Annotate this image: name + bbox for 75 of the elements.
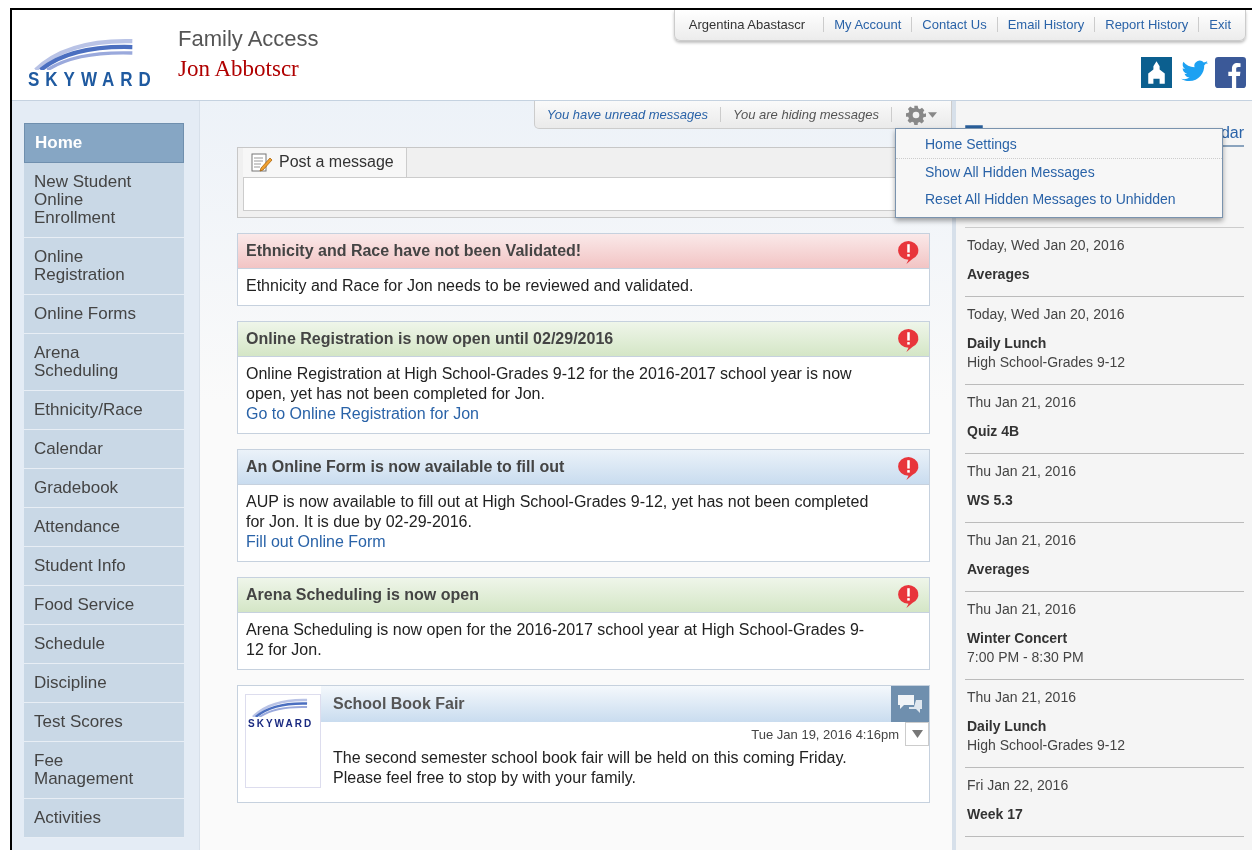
- post-menu-button[interactable]: [905, 722, 929, 746]
- alert-link[interactable]: Go to Online Registration for Jon: [246, 404, 879, 424]
- nav-item[interactable]: Activities: [24, 799, 184, 838]
- event-date: Thu Jan 21, 2016: [967, 601, 1077, 618]
- event-title: Averages: [967, 561, 1031, 578]
- alert-title: Ethnicity and Race have not been Validated!: [246, 242, 583, 260]
- event-detail: High School-Grades 9-12: [967, 354, 1126, 371]
- nav-item[interactable]: Online Forms: [24, 295, 184, 334]
- menu-item[interactable]: Home Settings: [896, 131, 1222, 158]
- user-name: Argentina Abastascr: [687, 17, 807, 32]
- event-title: Winter Concert: [967, 630, 1069, 647]
- event-date: Fri Jan 22, 2016: [967, 777, 1070, 794]
- event-title: Daily Lunch: [967, 335, 1048, 352]
- alert-text: Ethnicity and Race for Jon needs to be reviewed and validated.: [246, 277, 694, 294]
- nav-item[interactable]: Online Registration: [24, 238, 184, 295]
- event-date: Thu Jan 21, 2016: [967, 394, 1077, 411]
- event-detail: High School-Grades 9-12: [967, 737, 1126, 754]
- nav-item[interactable]: Gradebook: [24, 469, 184, 508]
- skyward-logo: SKYWARD: [245, 694, 321, 788]
- event-date: Thu Jan 21, 2016: [967, 689, 1077, 706]
- nav-item[interactable]: Student Info: [24, 547, 184, 586]
- student-name: Jon Abbotscr: [178, 56, 300, 82]
- notepad-pencil-icon: [251, 152, 273, 172]
- menu-item[interactable]: Reset All Hidden Messages to Unhidden: [896, 186, 1222, 213]
- header-link[interactable]: Exit: [1198, 17, 1241, 32]
- nav-item[interactable]: Fee Management: [24, 742, 184, 799]
- f-square-icon[interactable]: [1215, 57, 1246, 88]
- event-title: Quiz 4B: [967, 423, 1021, 440]
- post-time: Tue Jan 19, 2016 4:16pm: [751, 726, 899, 742]
- skyward-logo: SKYWARD: [28, 36, 148, 90]
- nav-item[interactable]: Discipline: [24, 664, 184, 703]
- header-link[interactable]: Contact Us: [911, 17, 997, 32]
- alert-title: An Online Form is now available to fill out: [246, 458, 566, 476]
- caret-icon: [911, 730, 923, 738]
- comments-button[interactable]: [891, 686, 929, 722]
- nav-item[interactable]: Test Scores: [24, 703, 184, 742]
- event-date: Thu Jan 21, 2016: [967, 532, 1077, 549]
- unread-messages-link[interactable]: You have unread messages: [534, 107, 721, 122]
- gear-icon: [906, 104, 926, 125]
- post-title: School Book Fair: [333, 695, 465, 713]
- alert-bubble-icon: [896, 326, 921, 352]
- nav-item[interactable]: Schedule: [24, 625, 184, 664]
- header-link[interactable]: My Account: [823, 17, 912, 32]
- event-detail: 7:00 PM - 8:30 PM: [967, 649, 1085, 666]
- event-date: Today, Wed Jan 20, 2016: [967, 306, 1126, 323]
- alert-bubble-icon: [896, 582, 921, 608]
- header-link[interactable]: Report History: [1094, 17, 1199, 32]
- alert-title: Online Registration is now open until 02/29/2016: [246, 330, 615, 348]
- school-building-icon[interactable]: [1141, 57, 1172, 88]
- alert-text: AUP is now available to fill out at High School-Grades 9-12, yet has not been completed for Jon. It is due by 02-29-2016.: [246, 493, 869, 530]
- menu-item[interactable]: Show All Hidden Messages: [896, 159, 1222, 186]
- caret-icon: [928, 111, 937, 118]
- header-link[interactable]: Email History: [996, 17, 1095, 32]
- event-title: WS 5.3: [967, 492, 1014, 509]
- nav-item[interactable]: Attendance: [24, 508, 184, 547]
- nav-item[interactable]: Arena Scheduling: [24, 334, 184, 391]
- event-title: Averages: [967, 266, 1031, 283]
- post-text: The second semester school book fair will be held on this coming Friday. Please feel free to stop by with your family.: [332, 748, 848, 788]
- hidden-messages-link[interactable]: You are hiding messages: [721, 107, 892, 122]
- nav-item[interactable]: Calendar: [24, 430, 184, 469]
- alert-text: Arena Scheduling is now open for the 2016-2017 school year at High School-Grades 9-12 for Jon.: [246, 621, 865, 658]
- alert-bubble-icon: [896, 238, 921, 264]
- post-message-tab[interactable]: Post a message: [243, 148, 407, 177]
- event-date: Thu Jan 21, 2016: [967, 463, 1077, 480]
- event-title: Daily Lunch: [967, 718, 1048, 735]
- event-title: Week 17: [967, 806, 1024, 823]
- alert-text: Online Registration at High School-Grades 9-12 for the 2016-2017 school year is now open, yet has not been completed for Jon.: [246, 365, 852, 402]
- event-date: Today, Wed Jan 20, 2016: [967, 237, 1126, 254]
- alert-bubble-icon: [896, 454, 921, 480]
- nav-item[interactable]: Ethnicity/Race: [24, 391, 184, 430]
- nav-item[interactable]: Food Service: [24, 586, 184, 625]
- alert-link[interactable]: Fill out Online Form: [246, 532, 879, 552]
- alert-title: Arena Scheduling is now open: [246, 586, 480, 604]
- nav-item[interactable]: New Student Online Enrollment: [24, 163, 184, 238]
- app-title: Family Access: [178, 26, 319, 52]
